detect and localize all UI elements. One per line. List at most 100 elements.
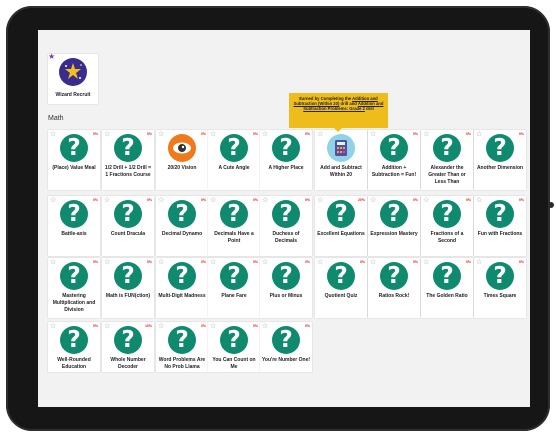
star-icon[interactable]: ☆ [210,323,216,330]
star-icon[interactable]: ☆ [262,259,268,266]
star-icon[interactable]: ☆ [262,131,268,138]
badge-name: Add and Subtract Within 20 [320,165,362,178]
question-mark-icon: ? [433,134,461,162]
badge-add-and-subtract-within-20[interactable]: ☆ Add and Subtract Within 20 [315,130,367,190]
star-icon[interactable]: ☆ [370,259,376,266]
badge-a-higher-place[interactable]: ☆ 0%? A Higher Place [260,130,312,190]
badge-math-is-fun-ction[interactable]: ☆ 0%? Math is FUN(ction) [102,258,154,318]
badge-plane-fare[interactable]: ☆ 0%? Plane Fare [208,258,260,318]
badge-word-problems-are-no-prob-llama[interactable]: ☆ 0%? Word Problems Are No Prob Llama [156,322,208,372]
star-icon[interactable]: ☆ [370,131,376,138]
star-icon[interactable]: ☆ [104,323,110,330]
star-icon[interactable]: ☆ [210,197,216,204]
badge-progress: 0% [92,198,98,202]
badge-expression-mastery[interactable]: ☆ 0%? Expression Mastery [368,196,420,256]
star-icon[interactable]: ☆ [50,131,56,138]
badge-20-20-vision[interactable]: ☆ 0% 20/20 Vision [156,130,208,190]
badge-a-cute-angle[interactable]: ☆ 0%? A Cute Angle [208,130,260,190]
badge-you-can-count-on-me[interactable]: ☆ 0%? You Can Count on Me [208,322,260,372]
badge-plus-or-minus[interactable]: ☆ 0%? Plus or Minus [260,258,312,318]
star-icon[interactable]: ☆ [262,197,268,204]
question-mark-glyph: ? [334,201,348,227]
badge-1-2-drill-1-2-drill-1-fractions-course[interactable]: ☆ 0%? 1/2 Drill + 1/2 Drill = 1 Fractions … [102,130,154,190]
star-icon[interactable]: ☆ [50,197,56,204]
star-icon[interactable]: ☆ [210,131,216,138]
badge-progress: 0% [146,132,152,136]
badge-progress: 0% [412,132,418,136]
badge-fun-with-fractions[interactable]: ☆ 0%? Fun with Fractions [474,196,526,256]
badge-name: Mastering Multiplication and Division [52,293,96,313]
badge-place-value-meal[interactable]: ☆ 0%? (Place) Value Meal [48,130,100,190]
badge-multi-digit-madness[interactable]: ☆ 0%? Multi-Digit Madness [156,258,208,318]
badge-alexander-the-greater-than-or-less-than[interactable]: ☆ 0%? Alexander the Greater Than or Less T… [421,130,473,190]
star-icon[interactable]: ☆ [50,323,56,330]
badge-name: Decimals Have a Point [214,231,254,244]
badge-fractions-of-a-second[interactable]: ☆ 0%? Fractions of a Second [421,196,473,256]
question-mark-icon: ? [327,200,355,228]
star-icon[interactable]: ☆ [423,131,429,138]
eye-icon [168,134,196,162]
badge-decimal-dynamo[interactable]: ☆ 0%? Decimal Dynamo [156,196,208,256]
question-mark-glyph: ? [387,135,401,161]
star-icon[interactable]: ☆ [104,131,110,138]
badge-name: Decimal Dynamo [161,231,203,237]
star-icon[interactable]: ☆ [158,197,164,204]
star-icon[interactable]: ☆ [262,323,268,330]
badge-excellent-equations[interactable]: ☆ 20%? Excellent Equations [315,196,367,256]
star-icon[interactable]: ☆ [158,131,164,138]
wizard-recruit-badge[interactable]: ★ Wizard Recruit [48,52,98,104]
badge-well-rounded-education[interactable]: ☆ 0%? Well-Rounded Education [48,322,100,372]
badge-name: The Golden Ratio [426,293,468,299]
question-mark-glyph: ? [387,263,401,289]
star-icon[interactable]: ☆ [476,197,482,204]
badge-quotient-quiz[interactable]: ☆ 0%? Quotient Quiz [315,258,367,318]
star-icon[interactable]: ☆ [317,259,323,266]
badge-progress: 0% [252,198,258,202]
star-icon[interactable]: ☆ [476,259,482,266]
star-icon[interactable]: ☆ [158,323,164,330]
badge-name: Plus or Minus [269,293,303,299]
badge-you-re-number-one[interactable]: ☆ 0%? You're Number One! [260,322,312,372]
question-mark-icon: ? [433,262,461,290]
star-icon[interactable]: ☆ [423,259,429,266]
screen: ★ Wizard Recruit Math ☆ 0%? (Place) Value … [38,30,530,407]
badge-name: You're Number One! [261,357,311,363]
calculator-icon [327,134,355,162]
star-icon[interactable]: ☆ [50,259,56,266]
badge-progress: 0% [146,260,152,264]
badge-whole-number-decoder[interactable]: ☆ 10%? Whole Number Decoder [102,322,154,372]
tooltip-arrow [334,128,342,132]
star-icon[interactable]: ☆ [370,197,376,204]
badge-battle-axis[interactable]: ☆ 0%? Battle-axis [48,196,100,256]
badge-progress: 0% [304,324,310,328]
star-icon[interactable]: ☆ [210,259,216,266]
star-icon[interactable]: ☆ [476,131,482,138]
star-icon[interactable]: ☆ [104,259,110,266]
question-mark-glyph: ? [175,263,189,289]
badge-duchess-of-decimals[interactable]: ☆ 0%? Duchess of Decimals [260,196,312,256]
badge-mastering-multiplication-and-division[interactable]: ☆ 0%? Mastering Multiplication and Divisio… [48,258,100,318]
badge-another-dimension[interactable]: ☆ 0%? Another Dimension [474,130,526,190]
badge-progress: 0% [146,198,152,202]
badge-name: (Place) Value Meal [52,165,96,171]
badge-ratios-rock[interactable]: ☆ 0%? Ratios Rock! [368,258,420,318]
question-mark-glyph: ? [227,135,241,161]
badge-progress: 0% [92,260,98,264]
badge-count-dracula[interactable]: ☆ 0%? Count Dracula [102,196,154,256]
badge-times-square[interactable]: ☆ 0%? Times Square [474,258,526,318]
star-icon[interactable]: ☆ [423,197,429,204]
star-icon[interactable]: ☆ [317,131,323,138]
badge-addition-subtraction-fun[interactable]: ☆ 0%? Addition + Subtraction = Fun! [368,130,420,190]
question-mark-glyph: ? [67,263,81,289]
question-mark-icon: ? [114,262,142,290]
badge-decimals-have-a-point[interactable]: ☆ 0%? Decimals Have a Point [208,196,260,256]
star-icon[interactable]: ☆ [104,197,110,204]
question-mark-glyph: ? [67,327,81,353]
star-icon[interactable]: ☆ [158,259,164,266]
question-mark-glyph: ? [440,135,454,161]
badge-progress: 0% [304,260,310,264]
badge-the-golden-ratio[interactable]: ☆ 0%? The Golden Ratio [421,258,473,318]
star-icon[interactable]: ☆ [317,197,323,204]
question-mark-glyph: ? [121,263,135,289]
question-mark-icon: ? [272,134,300,162]
